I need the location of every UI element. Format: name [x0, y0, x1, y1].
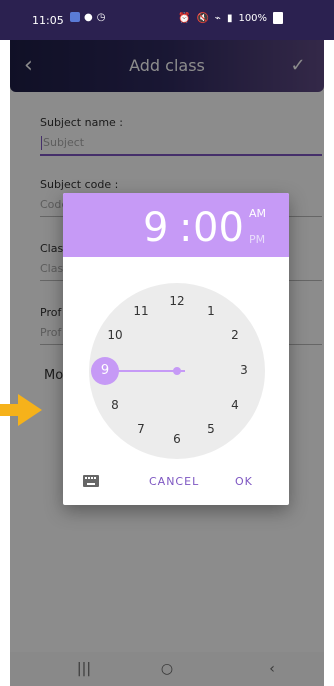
- status-right-icons: ⏰ 🔇 ⌁ ▮ 100%: [178, 12, 284, 24]
- notification-icon: ●: [84, 12, 93, 23]
- clock-number-5[interactable]: 5: [201, 419, 221, 439]
- clock-number-11[interactable]: 11: [131, 301, 151, 321]
- time-separator: :: [179, 205, 193, 251]
- clock-number-12[interactable]: 12: [167, 291, 187, 311]
- minute-display[interactable]: 00: [193, 205, 244, 251]
- clock-number-10[interactable]: 10: [105, 325, 125, 345]
- clock-center-dot: [173, 367, 181, 375]
- clock-number-1[interactable]: 1: [201, 301, 221, 321]
- clock-number-6[interactable]: 6: [167, 429, 187, 449]
- status-time: 11:05: [32, 14, 64, 27]
- battery-icon: [273, 12, 284, 24]
- clock-number-4[interactable]: 4: [225, 395, 245, 415]
- keyboard-icon[interactable]: [83, 475, 99, 487]
- clock-number-3[interactable]: 3: [234, 360, 254, 380]
- cancel-button[interactable]: CANCEL: [149, 475, 199, 488]
- wifi-icon: ⌁: [214, 12, 221, 24]
- clock-number-2[interactable]: 2: [225, 325, 245, 345]
- clock-face[interactable]: 12 1 2 3 4 5 6 7 8 9 10 11: [89, 283, 265, 459]
- hour-display[interactable]: 9: [143, 205, 169, 251]
- ok-button[interactable]: OK: [235, 475, 253, 488]
- am-toggle[interactable]: AM: [249, 207, 266, 220]
- battery-percent: 100%: [238, 12, 268, 24]
- alarm-icon: ⏰: [178, 12, 191, 24]
- pm-toggle[interactable]: PM: [249, 233, 265, 246]
- selected-hour-9[interactable]: 9: [91, 357, 119, 385]
- mute-icon: 🔇: [196, 12, 209, 24]
- clock-number-8[interactable]: 8: [105, 395, 125, 415]
- time-picker-header: 9 : 00 AM PM: [63, 193, 289, 257]
- status-bar: 11:05 ● ◷ ⏰ 🔇 ⌁ ▮ 100%: [0, 0, 334, 40]
- photo-icon: [70, 12, 80, 22]
- clock-number-7[interactable]: 7: [131, 419, 151, 439]
- pointer-arrow-icon: [0, 394, 42, 426]
- arrow-shape: [0, 394, 42, 426]
- time-picker-dialog: 9 : 00 AM PM 12 1 2 3 4 5 6 7 8 9 10 11 …: [63, 193, 289, 505]
- clock-icon: ◷: [96, 12, 106, 23]
- status-left-icons: ● ◷: [70, 12, 105, 23]
- signal-icon: ▮: [226, 12, 233, 24]
